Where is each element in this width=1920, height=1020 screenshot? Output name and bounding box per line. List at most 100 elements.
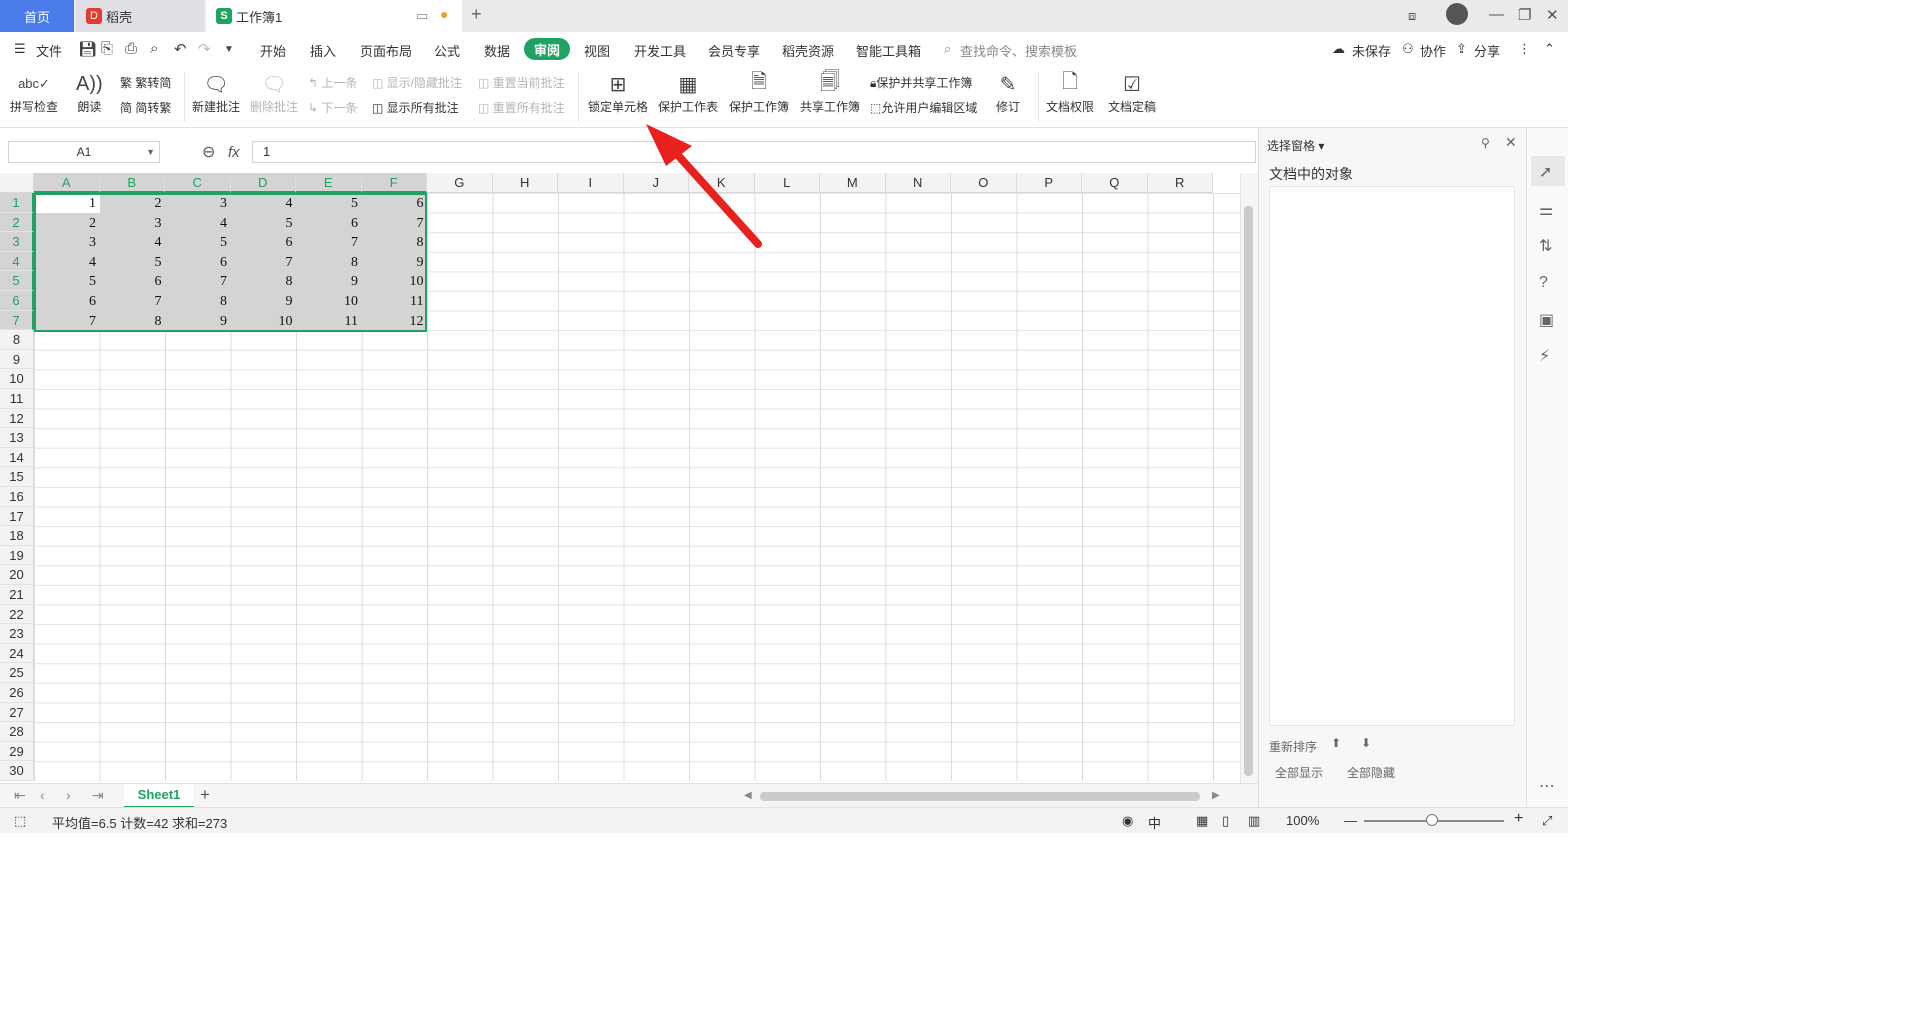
search-command-input[interactable]: 查找命令、搜索模板 (960, 41, 1077, 60)
share-workbook-button[interactable]: 🗐︎ 共享工作簿 (800, 70, 860, 115)
zoom-out-icon[interactable]: — (1344, 813, 1357, 828)
row-header-16[interactable]: 16 (0, 487, 34, 507)
show-all-comments-button[interactable]: ◫ 显示所有批注 (372, 99, 459, 116)
cell-D3[interactable]: 6 (231, 233, 293, 252)
row-header-21[interactable]: 21 (0, 585, 34, 605)
row-header-23[interactable]: 23 (0, 624, 34, 644)
cell-D7[interactable]: 10 (231, 312, 293, 331)
column-header-C[interactable]: C (165, 173, 231, 193)
tab-workbook[interactable]: S 工作簿1 ▭ ● (206, 0, 462, 32)
read-aloud-button[interactable]: A)) 朗读 (76, 70, 103, 115)
cell-E2[interactable]: 6 (296, 214, 358, 233)
sheet-tab-sheet1[interactable]: Sheet1 (124, 784, 194, 808)
cell-C5[interactable]: 7 (165, 272, 227, 291)
hide-all-button[interactable]: 全部隐藏 (1347, 764, 1395, 781)
help-icon[interactable]: ? (1539, 274, 1548, 292)
row-header-13[interactable]: 13 (0, 428, 34, 448)
row-header-18[interactable]: 18 (0, 526, 34, 546)
cell-F6[interactable]: 11 (362, 292, 423, 311)
simp-to-trad-button[interactable]: 简 简转繁 (120, 99, 171, 116)
row-header-25[interactable]: 25 (0, 663, 34, 683)
image-tool-icon[interactable]: ▣ (1539, 310, 1554, 330)
more-menu-icon[interactable]: ⋮ (1518, 41, 1531, 57)
column-header-D[interactable]: D (230, 173, 296, 193)
row-header-5[interactable]: 5 (0, 271, 34, 291)
menu-insert[interactable]: 插入 (310, 41, 336, 60)
monitor-icon[interactable]: ▭ (416, 8, 428, 24)
cell-F5[interactable]: 10 (362, 272, 424, 291)
column-header-E[interactable]: E (296, 173, 362, 193)
trad-to-simp-button[interactable]: 繁 繁转简 (120, 74, 171, 91)
cell-C3[interactable]: 5 (165, 233, 227, 252)
row-header-17[interactable]: 17 (0, 506, 34, 527)
print-icon[interactable]: ⎙ (125, 40, 137, 57)
cell-F3[interactable]: 8 (362, 233, 424, 252)
menu-data[interactable]: 数据 (484, 41, 510, 60)
row-header-19[interactable]: 19 (0, 545, 34, 566)
export-pdf-icon[interactable]: ⎘ (101, 40, 113, 57)
cell-E5[interactable]: 9 (296, 272, 358, 291)
cell-B2[interactable]: 3 (100, 214, 162, 233)
undo-icon[interactable]: ↶ (174, 40, 187, 58)
hamburger-icon[interactable]: ☰ (14, 41, 26, 57)
row-header-1[interactable]: 1 (0, 193, 34, 213)
objects-list[interactable] (1269, 186, 1515, 726)
row-header-26[interactable]: 26 (0, 683, 34, 703)
move-up-icon[interactable]: ⬆ (1331, 736, 1341, 750)
protect-share-button[interactable]: 🔒︎保护并共享工作簿 (870, 74, 972, 91)
redo-icon[interactable]: ↷ (198, 40, 211, 58)
allow-edit-range-button[interactable]: ⬚允许用户编辑区域 (870, 99, 977, 116)
collapse-ribbon-icon[interactable]: ⌃ (1544, 41, 1555, 57)
collab-button[interactable]: 协作 (1420, 41, 1446, 60)
pane-title[interactable]: 选择窗格 ▾ (1267, 137, 1324, 154)
column-header-G[interactable]: G (427, 173, 493, 193)
column-header-I[interactable]: I (558, 173, 624, 193)
row-header-3[interactable]: 3 (0, 232, 34, 252)
row-header-8[interactable]: 8 (0, 330, 34, 350)
vertical-scroll-thumb[interactable] (1244, 206, 1253, 776)
formula-input[interactable]: 1 (252, 141, 1256, 163)
first-sheet-icon[interactable]: ⇤ (14, 787, 26, 804)
cell-B1[interactable]: 2 (100, 194, 162, 213)
cell-D2[interactable]: 5 (231, 214, 293, 233)
row-header-29[interactable]: 29 (0, 741, 34, 762)
cell-F7[interactable]: 12 (362, 312, 424, 331)
cell-E6[interactable]: 10 (296, 292, 358, 311)
column-header-Q[interactable]: Q (1082, 173, 1148, 193)
chevron-down-icon[interactable]: ▼ (146, 147, 155, 157)
doc-final-button[interactable]: ☑ 文档定稿 (1108, 70, 1156, 115)
zoom-in-icon[interactable]: + (1514, 810, 1523, 828)
add-sheet-icon[interactable]: + (200, 785, 210, 805)
row-header-11[interactable]: 11 (0, 389, 34, 409)
prev-comment-button[interactable]: ↰ 上一条 (308, 74, 357, 91)
row-header-6[interactable]: 6 (0, 291, 34, 311)
fullscreen-icon[interactable]: ⤢ (1542, 813, 1552, 829)
spellcheck-button[interactable]: abc✓ 拼写检查 (10, 70, 58, 115)
selection-stats[interactable]: 平均值=6.5 计数=42 求和=273 (52, 813, 227, 832)
print-preview-icon[interactable]: ⌕ (150, 40, 158, 57)
column-header-P[interactable]: P (1016, 173, 1082, 193)
tab-docer[interactable]: D 稻壳 (76, 0, 204, 32)
menu-file[interactable]: 文件 (36, 41, 62, 60)
eye-protection-icon[interactable]: ◉ (1122, 813, 1133, 829)
last-sheet-icon[interactable]: ⇥ (92, 787, 104, 804)
move-down-icon[interactable]: ⬇ (1361, 736, 1371, 750)
column-header-J[interactable]: J (623, 173, 689, 193)
cell-A1[interactable]: 1 (34, 194, 96, 213)
cell-A3[interactable]: 3 (34, 233, 96, 252)
menu-page-layout[interactable]: 页面布局 (360, 41, 412, 60)
doc-rights-button[interactable]: 🗋︎ 文档权限 (1046, 70, 1094, 115)
avatar[interactable] (1446, 3, 1468, 25)
cell-E4[interactable]: 8 (296, 253, 358, 272)
column-header-N[interactable]: N (885, 173, 951, 193)
cell-C1[interactable]: 3 (165, 194, 227, 213)
column-header-B[interactable]: B (99, 173, 165, 193)
cell-A7[interactable]: 7 (34, 312, 96, 331)
cell-D5[interactable]: 8 (231, 272, 293, 291)
cell-B5[interactable]: 6 (100, 272, 162, 291)
unsaved-status[interactable]: 未保存 (1352, 41, 1391, 60)
new-tab-plus-icon[interactable]: + (471, 4, 482, 25)
cell-F2[interactable]: 7 (362, 214, 424, 233)
cell-D4[interactable]: 7 (231, 253, 293, 272)
select-all-corner[interactable] (0, 173, 34, 193)
